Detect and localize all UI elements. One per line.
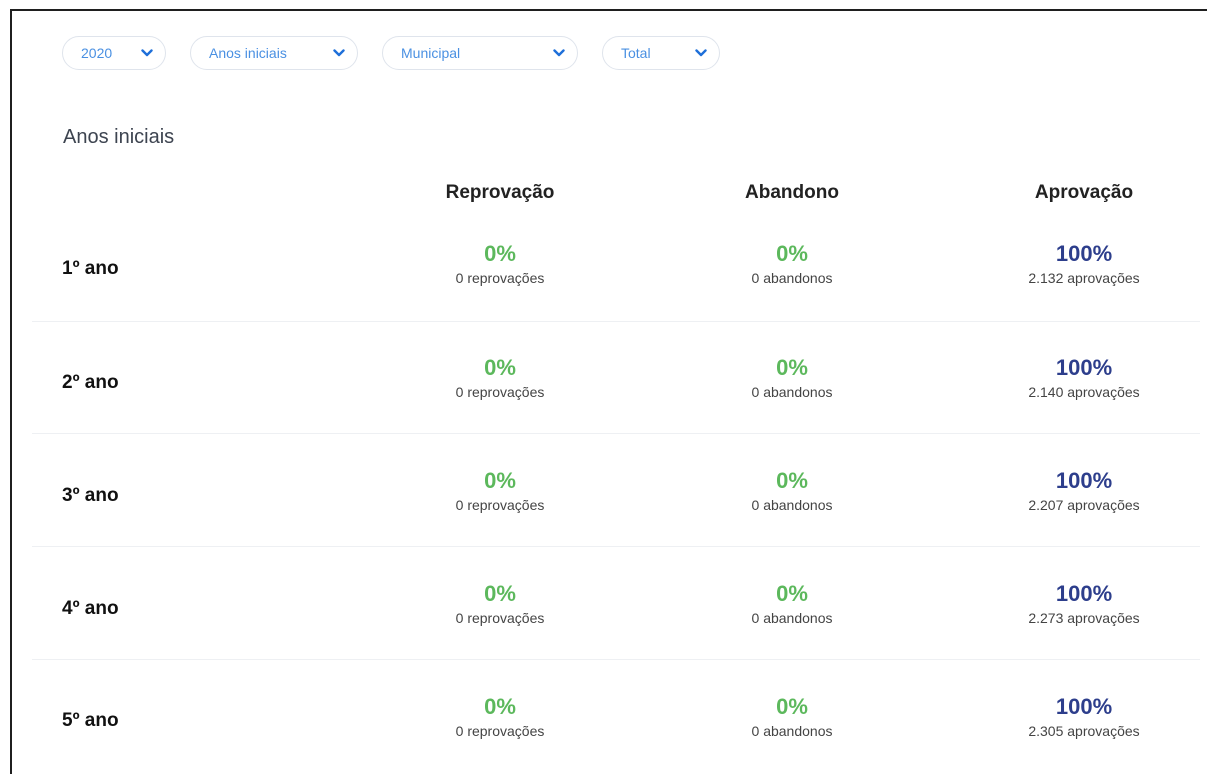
abandono-percent: 0%: [776, 468, 808, 493]
reprovacao-count: 0 reprovações: [455, 497, 545, 513]
abandono-count: 0 abandonos: [751, 497, 833, 513]
aprovacao-cell: 100% 2.140 aprovações: [964, 355, 1204, 400]
column-header-reprovacao: Reprovação: [445, 182, 555, 203]
abandono-cell: 0% 0 abandonos: [672, 355, 912, 400]
aprovacao-count: 2.273 aprovações: [1028, 610, 1140, 626]
column-header-abandono: Abandono: [745, 182, 839, 203]
abandono-percent: 0%: [776, 355, 808, 380]
grade-label: 5º ano: [62, 710, 119, 731]
aprovacao-cell: 100% 2.305 aprovações: [964, 694, 1204, 739]
reprovacao-percent: 0%: [484, 355, 516, 380]
chevron-down-icon: [695, 49, 707, 57]
abandono-cell: 0% 0 abandonos: [672, 694, 912, 739]
reprovacao-cell: 0% 0 reprovações: [380, 694, 620, 739]
aprovacao-count: 2.140 aprovações: [1028, 384, 1140, 400]
reprovacao-cell: 0% 0 reprovações: [380, 468, 620, 513]
reprovacao-count: 0 reprovações: [455, 384, 545, 400]
chevron-down-icon: [553, 49, 565, 57]
aprovacao-count: 2.207 aprovações: [1028, 497, 1140, 513]
abandono-cell: 0% 0 abandonos: [672, 241, 912, 286]
grade-row: 1º ano 0% 0 reprovações 0% 0 abandonos 1…: [32, 210, 1200, 322]
grade-row: 4º ano 0% 0 reprovações 0% 0 abandonos 1…: [32, 548, 1200, 660]
grade-row: 3º ano 0% 0 reprovações 0% 0 abandonos 1…: [32, 435, 1200, 547]
grade-label: 1º ano: [62, 258, 119, 279]
reprovacao-cell: 0% 0 reprovações: [380, 581, 620, 626]
aprovacao-percent: 100%: [1055, 581, 1113, 606]
abandono-percent: 0%: [776, 694, 808, 719]
reprovacao-count: 0 reprovações: [455, 270, 545, 286]
reprovacao-percent: 0%: [484, 581, 516, 606]
grade-label: 4º ano: [62, 598, 119, 619]
aprovacao-count: 2.305 aprovações: [1028, 723, 1140, 739]
network-filter-label: Municipal: [401, 45, 461, 61]
network-filter-dropdown[interactable]: Municipal: [382, 36, 578, 70]
aprovacao-cell: 100% 2.273 aprovações: [964, 581, 1204, 626]
grade-label: 2º ano: [62, 372, 119, 393]
aprovacao-percent: 100%: [1055, 468, 1113, 493]
aprovacao-percent: 100%: [1055, 241, 1113, 266]
abandono-percent: 0%: [776, 241, 808, 266]
reprovacao-count: 0 reprovações: [455, 723, 545, 739]
location-filter-dropdown[interactable]: Total: [602, 36, 720, 70]
reprovacao-percent: 0%: [484, 468, 516, 493]
reprovacao-percent: 0%: [484, 241, 516, 266]
aprovacao-cell: 100% 2.207 aprovações: [964, 468, 1204, 513]
abandono-percent: 0%: [776, 581, 808, 606]
abandono-cell: 0% 0 abandonos: [672, 468, 912, 513]
stage-filter-dropdown[interactable]: Anos iniciais: [190, 36, 358, 70]
grade-row: 5º ano 0% 0 reprovações 0% 0 abandonos 1…: [32, 661, 1200, 773]
reprovacao-percent: 0%: [484, 694, 516, 719]
stage-filter-label: Anos iniciais: [209, 45, 287, 61]
aprovacao-count: 2.132 aprovações: [1028, 270, 1140, 286]
grade-row: 2º ano 0% 0 reprovações 0% 0 abandonos 1…: [32, 322, 1200, 434]
reprovacao-cell: 0% 0 reprovações: [380, 241, 620, 286]
location-filter-label: Total: [621, 45, 651, 61]
aprovacao-cell: 100% 2.132 aprovações: [964, 241, 1204, 286]
year-filter-dropdown[interactable]: 2020: [62, 36, 166, 70]
aprovacao-percent: 100%: [1055, 694, 1113, 719]
year-filter-label: 2020: [81, 45, 113, 61]
chevron-down-icon: [333, 49, 345, 57]
grade-label: 3º ano: [62, 485, 119, 506]
aprovacao-percent: 100%: [1055, 355, 1113, 380]
abandono-count: 0 abandonos: [751, 610, 833, 626]
filter-bar: 2020 Anos iniciais Municipal Total: [62, 36, 720, 70]
column-header-aprovacao: Aprovação: [1034, 182, 1134, 203]
chevron-down-icon: [141, 49, 153, 57]
abandono-count: 0 abandonos: [751, 723, 833, 739]
reprovacao-cell: 0% 0 reprovações: [380, 355, 620, 400]
abandono-count: 0 abandonos: [751, 270, 833, 286]
abandono-cell: 0% 0 abandonos: [672, 581, 912, 626]
reprovacao-count: 0 reprovações: [455, 610, 545, 626]
section-title: Anos iniciais: [63, 126, 175, 148]
abandono-count: 0 abandonos: [751, 384, 833, 400]
